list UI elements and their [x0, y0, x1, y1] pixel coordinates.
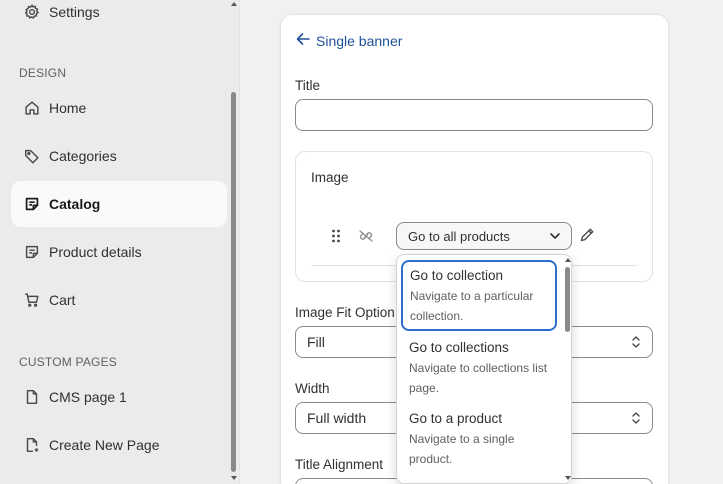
cart-icon [23, 291, 41, 309]
sidebar-item-catalog[interactable]: Catalog [11, 181, 227, 227]
dropdown-option-go-to-collections[interactable]: Go to collections Navigate to collection… [401, 333, 557, 402]
width-value: Full width [307, 410, 367, 426]
dropdown-option-go-to-a-product[interactable]: Go to a product Navigate to a single pro… [401, 404, 557, 473]
image-fit-label: Image Fit Option [295, 305, 395, 320]
sidebar-scrollbar[interactable] [231, 92, 236, 472]
sidebar: Settings DESIGN Home Categories Catalog … [0, 0, 240, 484]
sidebar-item-label: Product details [49, 244, 142, 260]
select-arrows-icon [632, 412, 640, 424]
link-action-select[interactable]: Go to all products [396, 222, 572, 250]
catalog-icon [23, 195, 41, 213]
sidebar-item-settings[interactable]: Settings [11, 0, 227, 35]
sidebar-scroll-up-arrow[interactable] [231, 2, 237, 6]
page-icon [23, 388, 41, 406]
back-link[interactable]: Single banner [296, 32, 402, 50]
drag-handle-icon[interactable] [330, 228, 342, 244]
sidebar-item-product-details[interactable]: Product details [11, 229, 227, 275]
sidebar-item-label: Categories [49, 148, 117, 164]
title-label: Title [295, 78, 321, 93]
width-label: Width [295, 381, 330, 396]
select-arrows-icon [632, 336, 640, 348]
link-action-dropdown: Go to collection Navigate to a particula… [396, 254, 572, 484]
product-details-icon [23, 243, 41, 261]
sidebar-item-label: Create New Page [49, 437, 160, 453]
sidebar-item-cart[interactable]: Cart [11, 277, 227, 323]
dropdown-scrollbar[interactable] [565, 267, 570, 332]
sidebar-scroll-down-arrow[interactable] [231, 476, 237, 480]
image-label: Image [311, 170, 349, 185]
link-action-value: Go to all products [408, 228, 510, 244]
sidebar-item-label: Home [49, 100, 87, 116]
option-description: Navigate to a particular collection. [410, 289, 534, 323]
dropdown-scroll-up-arrow[interactable] [565, 258, 571, 262]
section-label-design: DESIGN [19, 66, 67, 80]
sidebar-item-categories[interactable]: Categories [11, 133, 227, 179]
chevron-down-icon [550, 233, 560, 239]
option-title: Go to collections [409, 340, 509, 355]
title-alignment-label: Title Alignment [295, 457, 384, 472]
option-description: Navigate to collections list page. [409, 361, 548, 395]
sidebar-item-label: Catalog [49, 196, 101, 212]
dropdown-scroll-down-arrow[interactable] [565, 476, 571, 480]
sidebar-item-create-new-page[interactable]: Create New Page [11, 422, 227, 468]
sidebar-item-label: Cart [49, 292, 76, 308]
title-input[interactable] [295, 99, 653, 131]
sidebar-item-cms-page-1[interactable]: CMS page 1 [11, 374, 227, 420]
dropdown-option-go-to-collection[interactable]: Go to collection Navigate to a particula… [401, 260, 557, 331]
sidebar-item-home[interactable]: Home [11, 85, 227, 131]
option-title: Go to a product [409, 411, 503, 426]
image-fit-value: Fill [307, 334, 325, 350]
section-label-custom-pages: CUSTOM PAGES [19, 355, 117, 369]
page-add-icon [23, 436, 41, 454]
home-icon [23, 99, 41, 117]
tag-icon [23, 147, 41, 165]
gear-icon [23, 3, 41, 21]
sidebar-item-label: CMS page 1 [49, 389, 127, 405]
back-link-label: Single banner [316, 33, 403, 49]
arrow-left-icon [296, 32, 310, 51]
option-description: Navigate to a single product. [409, 432, 515, 466]
pencil-icon[interactable] [579, 227, 595, 243]
option-title: Go to collection [410, 268, 504, 283]
sidebar-item-label: Settings [49, 4, 100, 20]
link-broken-icon [359, 230, 373, 242]
